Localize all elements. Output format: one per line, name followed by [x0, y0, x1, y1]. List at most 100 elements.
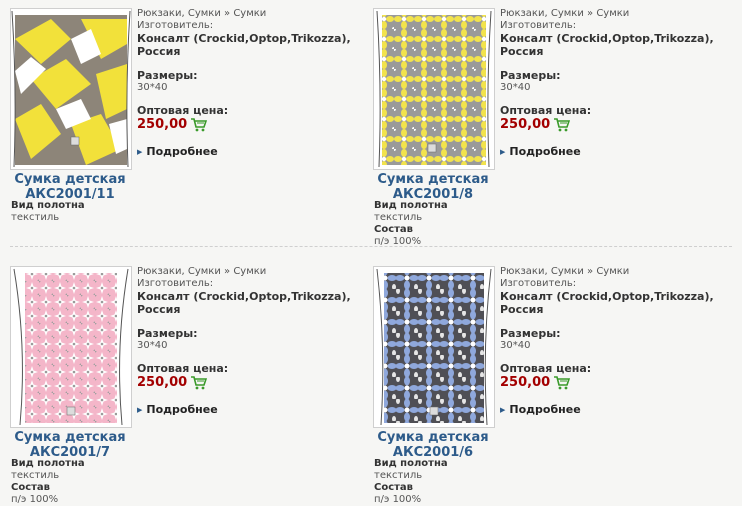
category-link[interactable]: Рюкзаки	[500, 8, 544, 19]
shopping-cart-icon[interactable]	[554, 118, 571, 132]
category-link[interactable]: Рюкзаки	[137, 8, 181, 19]
more-details-label: Подробнее	[146, 403, 218, 416]
more-details-link[interactable]: ▶ Подробнее	[137, 146, 362, 158]
product-image[interactable]	[373, 8, 495, 170]
manufacturer-value: Консалт (Crockid,Optop,Trikozza), Россия	[137, 290, 351, 316]
breadcrumb: Рюкзаки, Сумки » Сумки	[500, 266, 630, 277]
triangle-right-icon: ▶	[500, 406, 506, 414]
product-card: Сумка детская АКС2001/11 Вид полотна тек…	[0, 0, 360, 240]
fabric-value: текстиль	[374, 212, 423, 223]
more-details-link[interactable]: ▶ Подробнее	[500, 404, 725, 416]
fabric-value: текстиль	[11, 212, 60, 223]
triangle-right-icon: ▶	[500, 148, 506, 156]
product-title-link[interactable]: Сумка детская АКС2001/11	[0, 172, 140, 202]
product-title-line1: Сумка детская	[377, 430, 489, 445]
more-details-link[interactable]: ▶ Подробнее	[137, 404, 362, 416]
product-info: Рюкзаки, Сумки » Сумки Изготовитель: Кон…	[500, 8, 725, 158]
price-label: Оптовая цена:	[137, 104, 229, 117]
price-row: 250,00	[137, 376, 362, 390]
fabric-label: Вид полотна	[374, 458, 448, 469]
breadcrumb: Рюкзаки, Сумки » Сумки	[137, 266, 267, 277]
product-title-link[interactable]: Сумка детская АКС2001/8	[363, 172, 503, 202]
category-link[interactable]: Сумки	[551, 266, 584, 277]
category-link[interactable]: Сумки	[188, 8, 221, 19]
price-value: 250,00	[137, 117, 188, 132]
fabric-label: Вид полотна	[11, 200, 85, 211]
size-label: Размеры:	[500, 327, 561, 340]
size-value: 30*40	[137, 340, 168, 351]
manufacturer-value: Консалт (Crockid,Optop,Trikozza), Россия	[137, 32, 351, 58]
category-link[interactable]: Сумки	[233, 8, 266, 19]
triangle-right-icon: ▶	[137, 406, 143, 414]
composition-label: Состав	[11, 482, 51, 493]
category-link[interactable]: Рюкзаки	[500, 266, 544, 277]
size-value: 30*40	[137, 82, 168, 93]
triangle-right-icon: ▶	[137, 148, 143, 156]
price-row: 250,00	[137, 118, 362, 132]
product-title-link[interactable]: Сумка детская АКС2001/6	[363, 430, 503, 460]
product-info: Рюкзаки, Сумки » Сумки Изготовитель: Кон…	[500, 266, 725, 416]
composition-value: п/э 100%	[11, 494, 59, 505]
price-label: Оптовая цена:	[137, 362, 229, 375]
size-value: 30*40	[500, 82, 531, 93]
bag-pattern-pink-white-kaleidoscope	[11, 267, 131, 427]
category-link[interactable]: Рюкзаки	[137, 266, 181, 277]
price-value: 250,00	[137, 375, 188, 390]
product-attributes: Вид полотна текстиль	[11, 200, 251, 224]
fabric-value: текстиль	[11, 470, 60, 481]
fabric-label: Вид полотна	[11, 458, 85, 469]
shopping-cart-icon[interactable]	[554, 376, 571, 390]
product-attributes: Вид полотна текстиль Состав п/э 100%	[11, 458, 251, 506]
composition-value: п/э 100%	[374, 494, 422, 505]
product-attributes: Вид полотна текстиль Состав п/э 100%	[374, 458, 614, 506]
manufacturer-label: Изготовитель:	[500, 20, 577, 31]
price-row: 250,00	[500, 118, 725, 132]
product-attributes: Вид полотна текстиль Состав п/э 100%	[374, 200, 614, 248]
manufacturer-label: Изготовитель:	[500, 278, 577, 289]
shopping-cart-icon[interactable]	[191, 118, 208, 132]
price-label: Оптовая цена:	[500, 362, 592, 375]
more-details-label: Подробнее	[509, 403, 581, 416]
category-link[interactable]: Сумки	[596, 8, 629, 19]
category-link[interactable]: Сумки	[233, 266, 266, 277]
price-value: 250,00	[500, 375, 551, 390]
product-card: Сумка детская АКС2001/7 Вид полотна текс…	[0, 258, 362, 505]
size-label: Размеры:	[500, 69, 561, 82]
product-info: Рюкзаки, Сумки » Сумки Изготовитель: Кон…	[137, 8, 362, 158]
composition-label: Состав	[374, 482, 414, 493]
manufacturer-value: Консалт (Crockid,Optop,Trikozza), Россия	[500, 290, 714, 316]
composition-label: Состав	[374, 224, 414, 235]
category-link[interactable]: Сумки	[551, 8, 584, 19]
shopping-cart-icon[interactable]	[191, 376, 208, 390]
manufacturer-value: Консалт (Crockid,Optop,Trikozza), Россия	[500, 32, 714, 58]
bag-pattern-blue-gray-floral	[374, 267, 494, 427]
size-label: Размеры:	[137, 69, 198, 82]
fabric-value: текстиль	[374, 470, 423, 481]
more-details-link[interactable]: ▶ Подробнее	[500, 146, 725, 158]
price-value: 250,00	[500, 117, 551, 132]
price-row: 250,00	[500, 376, 725, 390]
size-value: 30*40	[500, 340, 531, 351]
product-card: Сумка детская АКС2001/8 Вид полотна текс…	[363, 0, 725, 247]
product-info: Рюкзаки, Сумки » Сумки Изготовитель: Кон…	[137, 266, 362, 416]
category-link[interactable]: Сумки	[188, 266, 221, 277]
category-link[interactable]: Сумки	[596, 266, 629, 277]
breadcrumb: Рюкзаки, Сумки » Сумки	[137, 8, 267, 19]
row-divider	[10, 246, 732, 247]
bag-pattern-yellow-gray-floral	[374, 9, 494, 169]
size-label: Размеры:	[137, 327, 198, 340]
bag-pattern-yellow-gray-geometric	[11, 9, 131, 169]
product-image[interactable]	[373, 266, 495, 428]
price-label: Оптовая цена:	[500, 104, 592, 117]
breadcrumb: Рюкзаки, Сумки » Сумки	[500, 8, 630, 19]
product-title-link[interactable]: Сумка детская АКС2001/7	[0, 430, 140, 460]
more-details-label: Подробнее	[509, 145, 581, 158]
product-title-line1: Сумка детская	[14, 172, 126, 187]
product-image[interactable]	[10, 266, 132, 428]
product-card: Сумка детская АКС2001/6 Вид полотна текс…	[363, 258, 725, 505]
manufacturer-label: Изготовитель:	[137, 278, 214, 289]
manufacturer-label: Изготовитель:	[137, 20, 214, 31]
product-image[interactable]	[10, 8, 132, 170]
product-title-line1: Сумка детская	[14, 430, 126, 445]
more-details-label: Подробнее	[146, 145, 218, 158]
